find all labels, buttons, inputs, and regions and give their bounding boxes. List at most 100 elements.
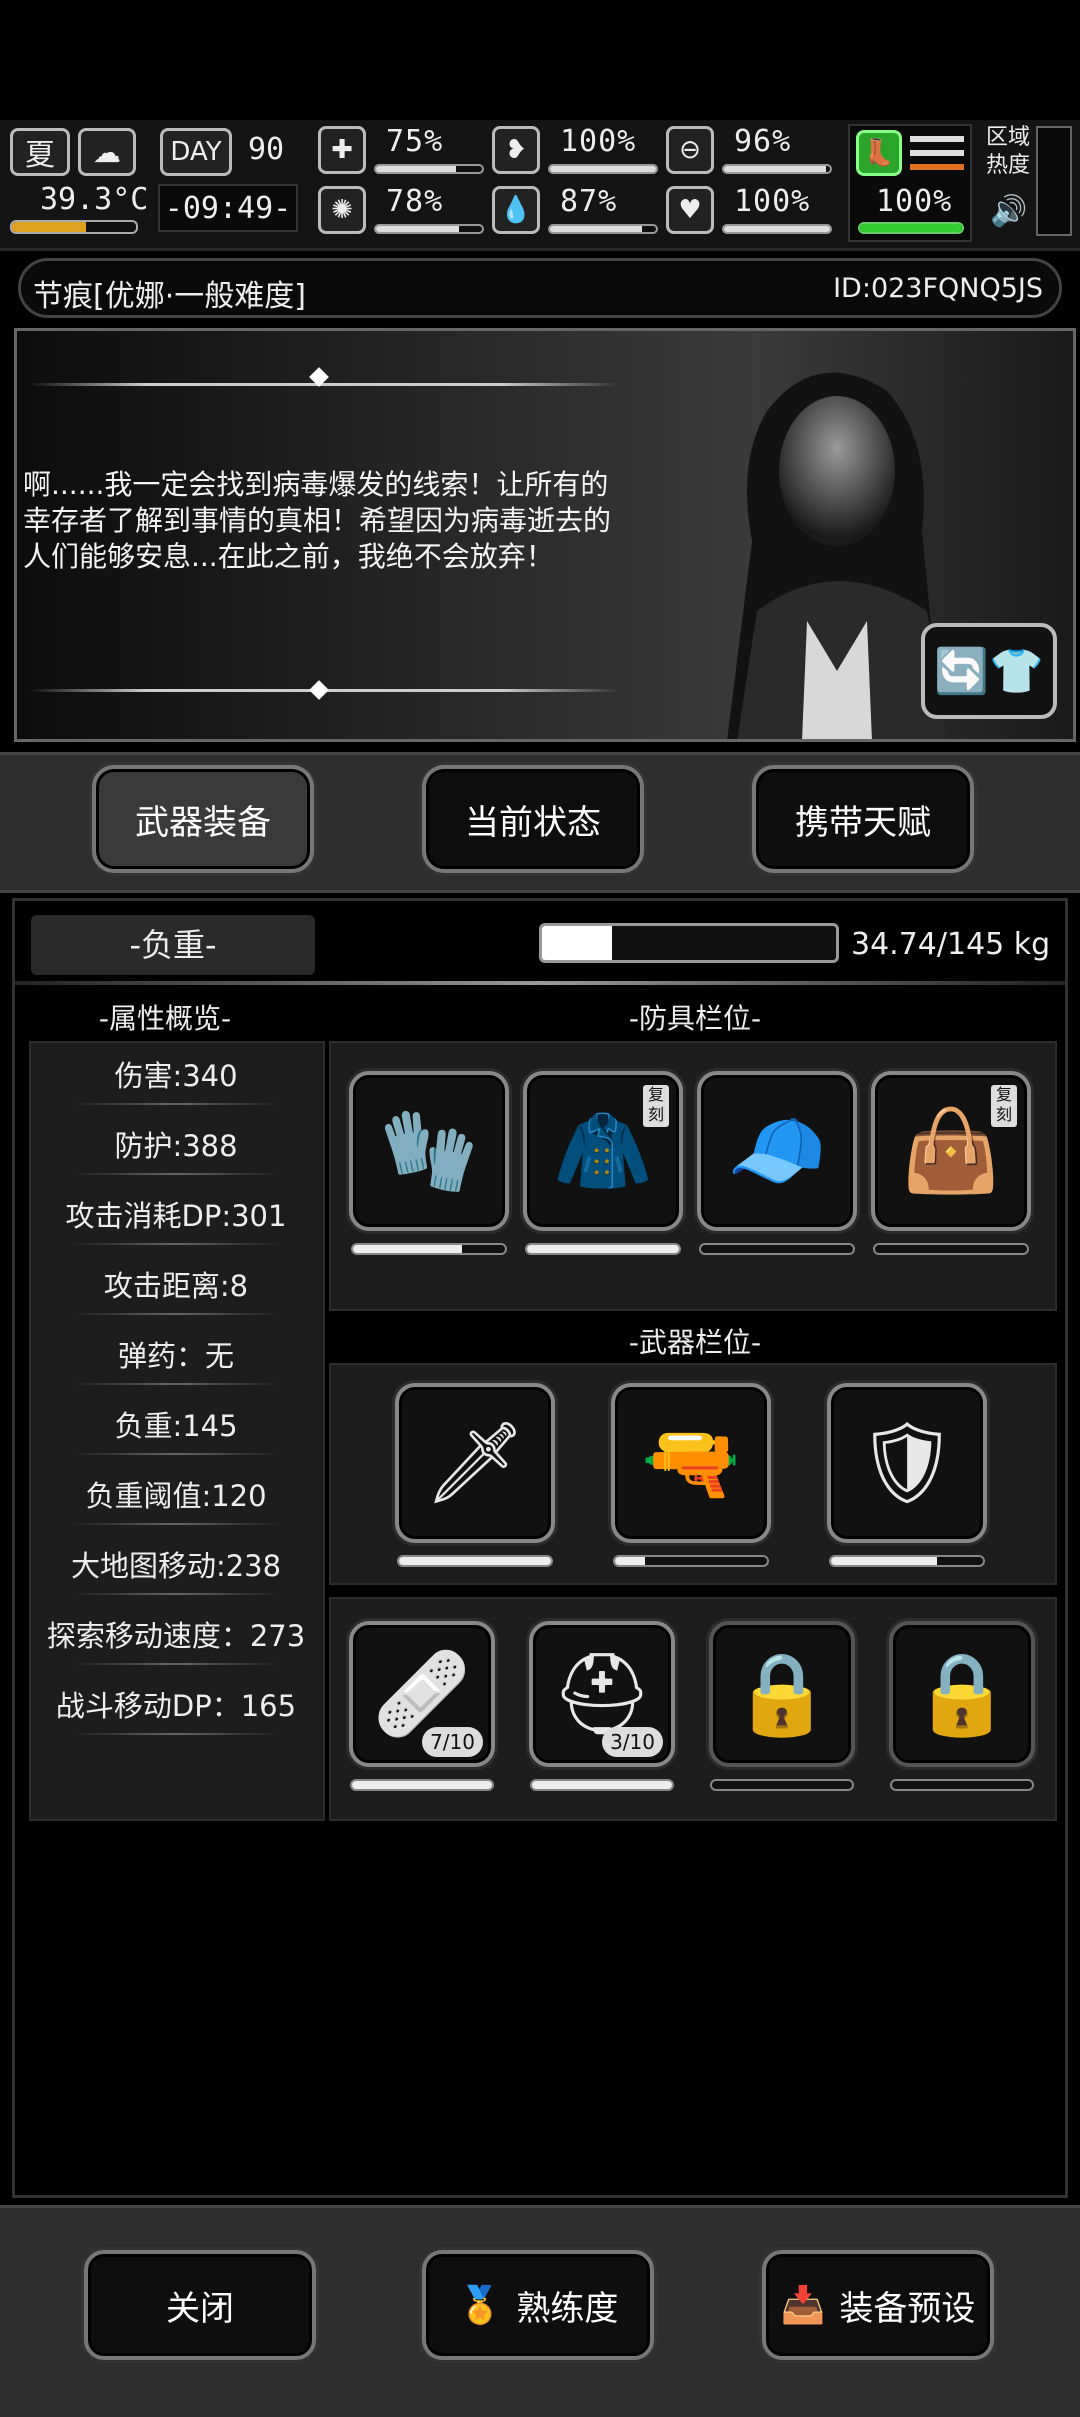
temperature-bar: [10, 220, 138, 234]
proficiency-label: 熟练度: [516, 2288, 619, 2329]
attribute-item: 攻击距离:8: [103, 1269, 249, 1303]
attribute-divider: [71, 1453, 281, 1455]
durability-bar: [530, 1779, 674, 1791]
stat-bar: [374, 224, 484, 234]
attribute-divider: [71, 1243, 281, 1245]
equipment-slot[interactable]: 🩹 7/10: [349, 1621, 495, 1767]
attribute-divider: [71, 1523, 281, 1525]
equipment-slot[interactable]: 🧥 复刻: [523, 1071, 683, 1231]
durability-bar: [525, 1243, 681, 1255]
bottom-ornament-diamond: [309, 680, 329, 700]
pill-icon: ⊖: [666, 126, 714, 174]
equipment-slot[interactable]: 🔫: [611, 1383, 771, 1543]
replica-tag: 复刻: [991, 1085, 1017, 1127]
item-slots: 🩹 7/10 ⛑ 3/10 🔒 🔒: [329, 1597, 1057, 1821]
cloud-icon: ☁: [78, 128, 136, 176]
armor-title: -防具栏位-: [628, 1002, 762, 1035]
temperature-value: 39.3°C: [40, 182, 149, 217]
equipment-slot[interactable]: 🧤: [349, 1071, 509, 1231]
attribute-divider: [71, 1383, 281, 1385]
character-title-bar: 节痕[优娜·一般难度] ID:023FQNQ5JS: [18, 258, 1062, 318]
stat-value: 75%: [386, 124, 444, 159]
attribute-item: 防护:388: [114, 1129, 238, 1163]
rocket-launcher-icon: 🔫: [641, 1416, 741, 1509]
equipment-slot[interactable]: 🧢: [697, 1071, 857, 1231]
heart-icon: ♥: [666, 186, 714, 234]
stat-bar: [374, 164, 484, 174]
tab-label: 当前状态: [465, 802, 601, 843]
stomach-icon: ❥: [492, 126, 540, 174]
day-badge: DAY: [160, 128, 232, 176]
proficiency-icon: 🏅: [457, 2285, 503, 2326]
duffel-bag-icon: 👜: [901, 1104, 1001, 1197]
durability-bar: [397, 1555, 553, 1567]
tab-2[interactable]: 携带天赋: [752, 765, 974, 873]
brain-icon: ✺: [318, 186, 366, 234]
replica-tag: 复刻: [643, 1085, 669, 1127]
equipment-preset-button[interactable]: 📥 装备预设: [762, 2250, 994, 2360]
visor-cap-icon: 🧢: [727, 1104, 827, 1197]
machete-icon: 🗡: [424, 1416, 526, 1509]
load-value: 34.74/145 kg: [851, 927, 1051, 962]
attribute-item: 探索移动速度：273: [46, 1619, 306, 1653]
tab-label: 武器装备: [135, 802, 271, 843]
stat-value: 100%: [734, 184, 811, 219]
speaker-icon[interactable]: 🔊: [990, 194, 1027, 229]
equipment-slot[interactable]: 🗡: [395, 1383, 555, 1543]
coat-icon: 🧥: [553, 1104, 653, 1197]
tab-0[interactable]: 武器装备: [92, 765, 314, 873]
durability-bar: [890, 1779, 1034, 1791]
medkit-icon: ✚: [318, 126, 366, 174]
equipment-slot[interactable]: 👜 复刻: [871, 1071, 1031, 1231]
weapons-title: -武器栏位-: [628, 1326, 762, 1359]
stamina-value: 100%: [876, 184, 953, 219]
weapon-slots: 🗡 🔫 🛡: [329, 1363, 1057, 1585]
tab-label: 携带天赋: [795, 802, 931, 843]
durability-bar: [829, 1555, 985, 1567]
attribute-item: 战斗移动DP：165: [55, 1689, 297, 1723]
stamina-panel: 👢 100%: [848, 124, 972, 242]
locked-slot[interactable]: 🔒: [889, 1621, 1035, 1767]
boot-icon: 👢: [856, 130, 902, 176]
equipment-slot[interactable]: 🛡: [827, 1383, 987, 1543]
preset-label: 装备预设: [839, 2288, 976, 2329]
shield-icon: 🛡: [856, 1416, 958, 1509]
preset-icon: 📥: [780, 2285, 826, 2326]
zone-label-line1: 区域: [986, 125, 1031, 150]
durability-bar: [350, 1779, 494, 1791]
durability-bar: [613, 1555, 769, 1567]
locked-slot[interactable]: 🔒: [709, 1621, 855, 1767]
tab-1[interactable]: 当前状态: [422, 765, 644, 873]
equipment-panel: -负重- 34.74/145 kg -属性概览- 伤害:340 防护:388 攻击消…: [12, 898, 1068, 2198]
stat-bar: [548, 224, 658, 234]
attributes-title: -属性概览-: [98, 1002, 232, 1035]
day-number: 90: [248, 132, 285, 167]
stat-bar: [722, 224, 832, 234]
attribute-divider: [71, 1593, 281, 1595]
season-label: 夏: [25, 138, 55, 173]
stat-value: 87%: [560, 184, 618, 219]
attribute-divider: [71, 1313, 281, 1315]
stat-bar: [548, 164, 658, 174]
lock-icon: 🔒: [912, 1647, 1012, 1740]
attribute-divider: [71, 1173, 281, 1175]
stat-value: 100%: [560, 124, 637, 159]
top-ornament: [29, 383, 619, 386]
zone-heat-label: 区域 热度: [986, 124, 1030, 180]
load-label: -负重-: [31, 915, 315, 975]
attribute-divider: [71, 1733, 281, 1735]
stat-bar: [722, 164, 832, 174]
attribute-divider: [71, 1103, 281, 1105]
change-outfit-button[interactable]: 🔄👕: [921, 623, 1057, 719]
equipment-slot[interactable]: ⛑ 3/10: [529, 1621, 675, 1767]
day-label: DAY: [170, 137, 222, 167]
proficiency-button[interactable]: 🏅 熟练度: [422, 2250, 654, 2360]
attribute-item: 弹药：无: [117, 1339, 234, 1373]
close-label: 关闭: [166, 2288, 234, 2329]
attributes-list: 伤害:340 防护:388 攻击消耗DP:301 攻击距离:8 弹药：无 负重:145 负重…: [29, 1041, 325, 1821]
load-bar: [539, 923, 839, 963]
stack-count: 3/10: [602, 1727, 663, 1757]
durability-bar: [351, 1243, 507, 1255]
season-icon: 夏: [10, 128, 70, 176]
close-button[interactable]: 关闭: [84, 2250, 316, 2360]
